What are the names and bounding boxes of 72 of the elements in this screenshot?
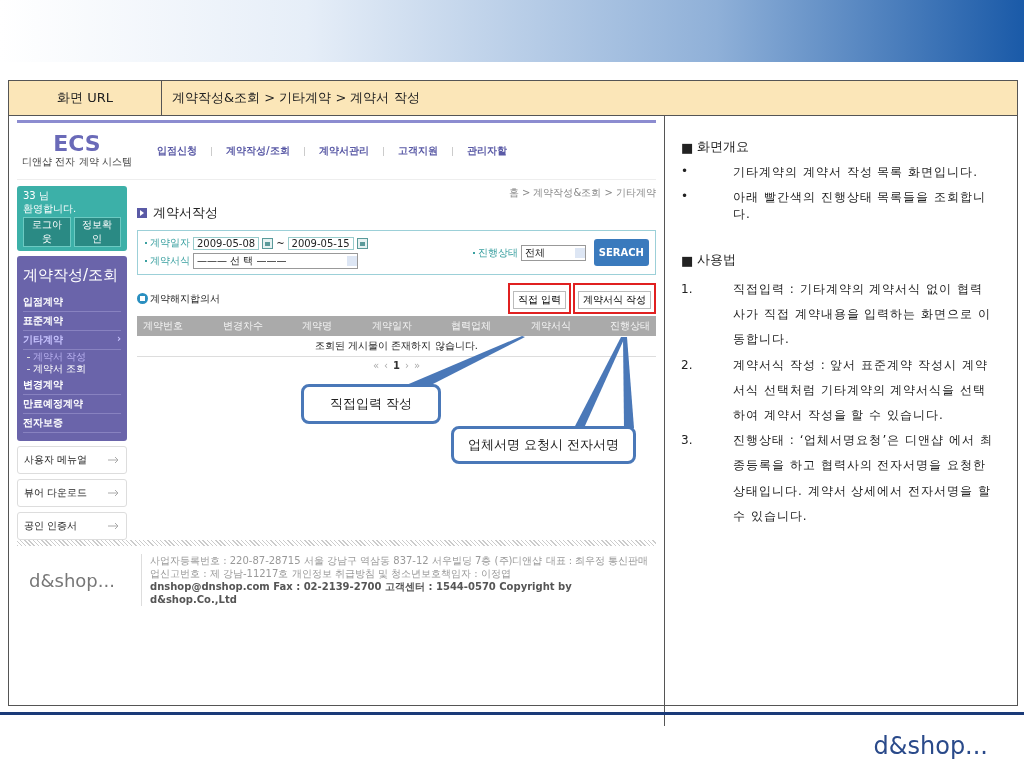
section-marker: ■ [681, 139, 694, 155]
column-header: 협력업체 [451, 319, 491, 333]
nav-link[interactable]: 고객지원 [397, 144, 438, 158]
screen-path: 계약작성&조회 > 기타계약 > 계약서 작성 [171, 89, 420, 107]
side-link[interactable]: 공인 인증서 [17, 512, 127, 540]
list-marker: • [681, 189, 690, 205]
column-header: 계약번호 [143, 319, 183, 333]
column-header: 변경차수 [222, 319, 263, 333]
action-button[interactable]: 직접 입력 [512, 291, 566, 309]
range-separator: ~ [276, 237, 285, 249]
page-title: 계약서작성 [153, 204, 218, 222]
menu-item[interactable]: 전자보증 [23, 414, 121, 433]
menu-item[interactable]: 기타계약 › [23, 331, 121, 350]
list-marker: 2. [681, 356, 694, 374]
column-header: 계약서식 [530, 319, 571, 333]
menu-item[interactable]: 변경계약 [23, 376, 121, 395]
menu-item[interactable]: 표준계약 [23, 312, 121, 331]
callout: 업체서명 요청시 전자서명 [451, 426, 637, 464]
nav-link[interactable]: 계약서관리 [318, 144, 369, 158]
calendar-icon[interactable] [356, 237, 368, 249]
side-link[interactable]: 사용자 메뉴얼 [17, 446, 127, 474]
section-title: 계약해지합의서 [150, 291, 220, 306]
nav-link[interactable]: 입점신청 [157, 144, 197, 158]
date-field[interactable]: 2009-05-08 [193, 236, 260, 250]
greeting-text: 환영합니다. [23, 202, 78, 215]
column-header: 계약일자 [371, 319, 412, 333]
search-button[interactable]: SERACH [593, 239, 649, 266]
footer-logo: d&shop... [28, 569, 116, 591]
arrow-icon [108, 456, 120, 464]
column-header: 진행상태 [610, 319, 650, 333]
account-button[interactable]: 로그아웃 [23, 217, 71, 247]
action-button[interactable]: 계약서식 작성 [577, 291, 651, 309]
account-button[interactable]: 정보확인 [73, 217, 121, 247]
callout: 직접입력 작성 [301, 384, 442, 424]
description-text: 기타계약의 계약서 작성 목록 화면입니다. [733, 164, 979, 181]
title-bullet-icon [137, 208, 147, 218]
pagination-link[interactable]: 1 [393, 360, 400, 371]
section-heading: 사용법 [697, 251, 737, 269]
url-label: 화면 URL [9, 81, 162, 115]
nav-link[interactable]: 계약작성/조회 [226, 144, 290, 158]
list-marker: 3. [681, 432, 694, 450]
side-link[interactable]: 뷰어 다운로드 [17, 479, 127, 507]
field-label: 계약일자 [144, 236, 190, 250]
column-header: 계약명 [302, 319, 332, 333]
section-heading: 화면개요 [697, 138, 750, 156]
description-text: 아래 빨간색의 진행상태 목록들을 조회합니다. [733, 189, 988, 223]
logo-subtitle: 디앤샵 전자 계약 시스템 [22, 155, 132, 169]
field-label: 진행상태 [471, 245, 518, 260]
date-field[interactable]: 2009-05-15 [287, 236, 354, 250]
form-dropdown[interactable]: ——— 선 택 ——— [193, 253, 358, 269]
status-dropdown[interactable]: 전체 [520, 244, 586, 261]
description-text: 진행상태 : ‘업체서명요청’은 디앤샵 에서 최종등록을 하고 협력사의 전자서명을 요청한 상태입니다. 계약서 상세에서 전자서명을 할 수 있습니다. [733, 432, 994, 525]
calendar-icon[interactable] [262, 237, 274, 249]
menu-item[interactable]: 입점계약 [23, 293, 121, 312]
field-label: 계약서식 [144, 254, 190, 268]
list-marker: • [681, 164, 690, 180]
breadcrumb: 홈 > 계약작성&조회 > 기타계약 [508, 186, 656, 200]
list-marker: 1. [681, 281, 694, 298]
description-text: 계약서식 작성 : 앞서 표준계약 작성시 계약서식 선택처럼 기타계약의 계약서식을 선택하여 계약서 작성을 할 수 있습니다. [733, 356, 989, 424]
description-text: 직접입력 : 기타계약의 계약서식 없이 협력 사가 직접 계약내용을 입력하는 화면으로 이동합니다. [733, 281, 993, 349]
menu-title: 계약작성/조회 [23, 266, 120, 285]
user-name: 33 님 [23, 190, 50, 203]
menu-item[interactable]: 만료예정계약 [23, 395, 121, 414]
footer-text: 사업자등록번호 : 220-87-28715 서울 강남구 역삼동 837-12 서우빌딩 7층 (주)디앤샵 대표 : 최우정 통신판매업신고번호 : 제 강남-11217호 개인정보 취급방침 및 청소년보호책임자 : 이정엽 [150, 554, 650, 580]
document-badge-icon [137, 293, 148, 304]
arrow-icon [108, 522, 120, 530]
section-marker: ■ [681, 252, 694, 268]
arrow-icon [108, 489, 120, 497]
app-logo: ECS [53, 133, 101, 155]
nav-link[interactable]: 관리자할 [466, 144, 507, 158]
brand-logo: d&shop... [873, 732, 988, 760]
footer-text: dnshop@dnshop.com Fax : 02-2139-2700 고객센터 : 1544-0570 Copyright by d&shop.Co.,Ltd [150, 580, 573, 606]
